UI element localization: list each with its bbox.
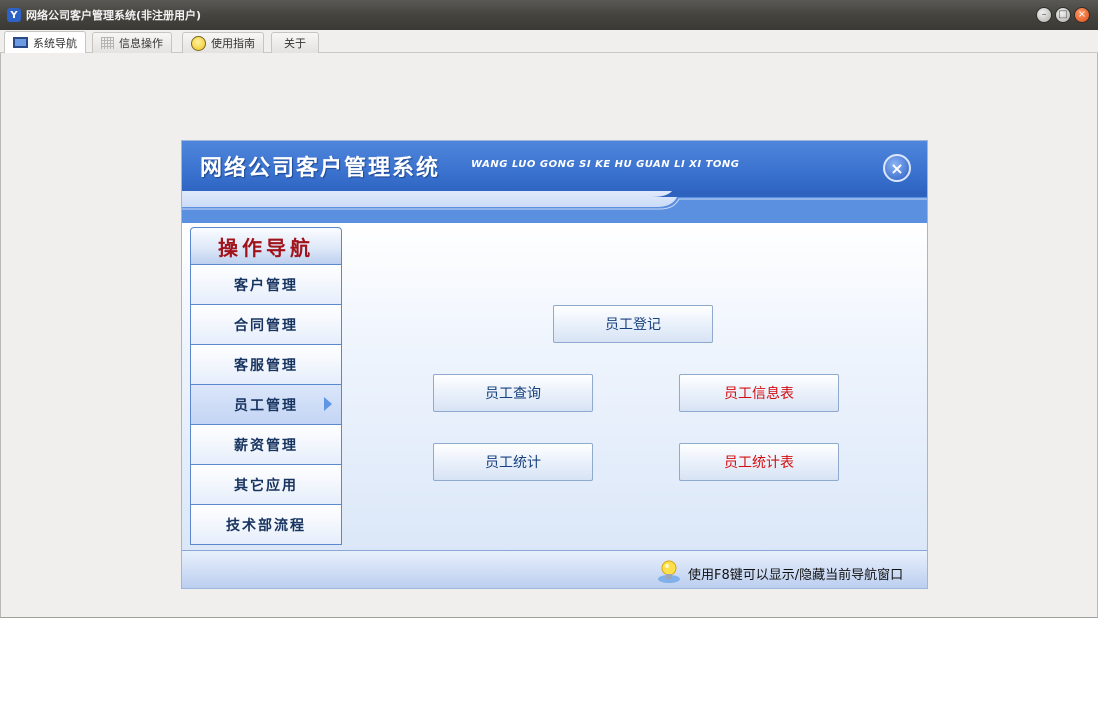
- menu-item-employee[interactable]: 员工管理: [190, 385, 342, 425]
- employee-stats-button[interactable]: 员工统计: [433, 443, 593, 481]
- tab-label: 关于: [284, 37, 306, 50]
- employee-info-table-button[interactable]: 员工信息表: [679, 374, 839, 412]
- smile-icon: [191, 35, 206, 51]
- tab-info-operations[interactable]: 信息操作: [92, 32, 172, 53]
- arrow-right-icon: [324, 397, 332, 411]
- tab-label: 使用指南: [211, 37, 255, 50]
- minimize-button[interactable]: –: [1036, 7, 1052, 23]
- employee-register-button[interactable]: 员工登记: [553, 305, 713, 343]
- panel-header: 网络公司客户管理系统 WANG LUO GONG SI KE HU GUAN L…: [182, 141, 927, 223]
- menu-item-salary[interactable]: 薪资管理: [190, 425, 342, 465]
- menu-header: 操作导航: [190, 227, 342, 265]
- panel-close-button[interactable]: ×: [883, 154, 911, 182]
- panel-footer: 使用F8键可以显示/隐藏当前导航窗口: [182, 550, 927, 588]
- menu-item-other-apps[interactable]: 其它应用: [190, 465, 342, 505]
- close-button[interactable]: ×: [1074, 7, 1090, 23]
- footer-tip: 使用F8键可以显示/隐藏当前导航窗口: [688, 568, 904, 583]
- menu-item-service[interactable]: 客服管理: [190, 345, 342, 385]
- employee-query-button[interactable]: 员工查询: [433, 374, 593, 412]
- menu-item-contract[interactable]: 合同管理: [190, 305, 342, 345]
- tab-label: 系统导航: [33, 36, 77, 50]
- maximize-button[interactable]: □: [1055, 7, 1071, 23]
- window-controls: – □ ×: [1036, 7, 1090, 23]
- menu-item-tech-process[interactable]: 技术部流程: [190, 505, 342, 545]
- navigation-panel: 网络公司客户管理系统 WANG LUO GONG SI KE HU GUAN L…: [181, 140, 928, 589]
- window-title-bar[interactable]: Y 网络公司客户管理系统(非注册用户) – □ ×: [0, 0, 1098, 30]
- lightbulb-icon: [658, 560, 680, 583]
- app-logo-icon: Y: [7, 8, 21, 22]
- tab-about[interactable]: 关于: [271, 32, 319, 53]
- tab-user-guide[interactable]: 使用指南: [182, 32, 264, 53]
- tab-system-navigation[interactable]: 系统导航: [4, 31, 86, 53]
- monitor-icon: [13, 37, 28, 48]
- panel-subtitle: WANG LUO GONG SI KE HU GUAN LI XI TONG: [471, 159, 740, 170]
- operation-nav-menu: 操作导航 客户管理 合同管理 客服管理 员工管理 薪资管理 其它应用 技术部流程: [190, 227, 342, 545]
- window-title: 网络公司客户管理系统(非注册用户): [26, 9, 202, 22]
- tab-strip: 系统导航 信息操作 使用指南 关于: [0, 30, 1098, 53]
- grid-icon: [101, 37, 114, 49]
- panel-title: 网络公司客户管理系统: [200, 156, 441, 181]
- tab-label: 信息操作: [119, 37, 163, 50]
- employee-stats-table-button[interactable]: 员工统计表: [679, 443, 839, 481]
- menu-item-customer[interactable]: 客户管理: [190, 265, 342, 305]
